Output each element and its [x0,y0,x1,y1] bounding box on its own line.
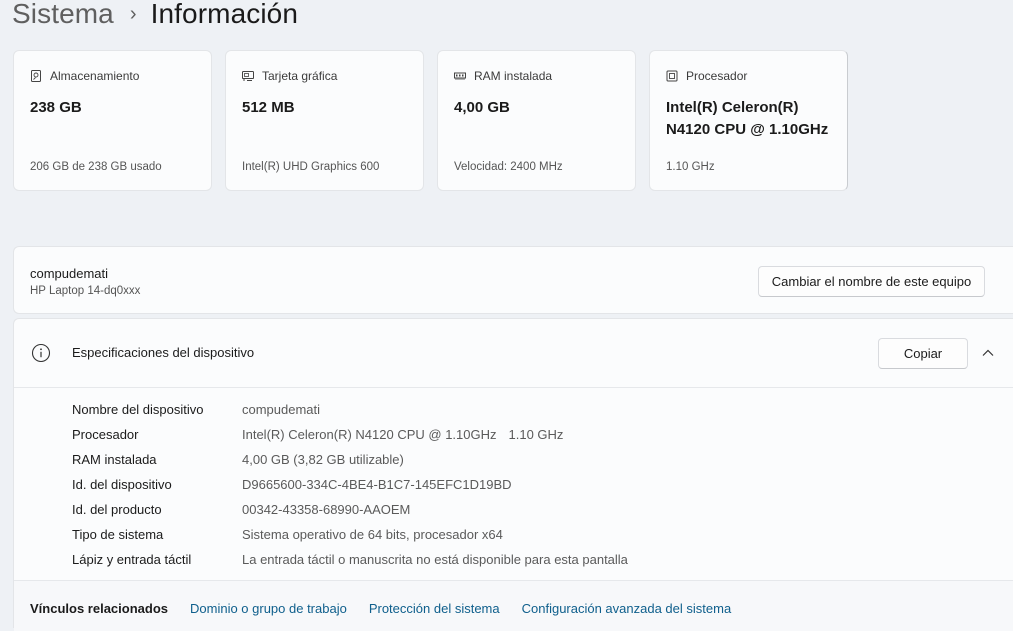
card-value: 512 MB [242,99,295,116]
spec-value: Intel(R) Celeron(R) N4120 CPU @ 1.10GHz 1… [242,427,563,442]
card-header: Almacenamiento [30,69,139,83]
spec-row-system-type: Tipo de sistema Sistema operativo de 64 … [72,522,628,547]
ram-icon [454,72,466,80]
ram-card: RAM instalada 4,00 GB Velocidad: 2400 MH… [437,50,636,191]
storage-card: Almacenamiento 238 GB 206 GB de 238 GB u… [13,50,212,191]
card-detail: Velocidad: 2400 MHz [454,161,563,173]
page-title: Información [150,0,299,29]
device-name-panel: compudemati HP Laptop 14-dq0xxx Cambiar … [13,246,1013,314]
graphics-card: Tarjeta gráfica 512 MB Intel(R) UHD Grap… [225,50,424,191]
breadcrumb-sistema-link[interactable]: Sistema [12,0,114,30]
link-domain-workgroup[interactable]: Dominio o grupo de trabajo [190,601,347,616]
processor-card: Procesador Intel(R) Celeron(R) N4120 CPU… [649,50,848,191]
spec-value-cpu: Intel(R) Celeron(R) N4120 CPU @ 1.10GHz [242,427,497,442]
specs-header[interactable]: Especificaciones del dispositivo Copiar [14,319,1013,388]
spec-label: Id. del dispositivo [72,477,172,492]
spec-value: 00342-43358-68990-AAOEM [242,502,411,517]
spec-row-processor: Procesador Intel(R) Celeron(R) N4120 CPU… [72,422,628,447]
card-value: 238 GB [30,99,82,116]
spec-value: D9665600-334C-4BE4-B1C7-145EFC1D19BD [242,477,512,492]
card-title: Procesador [686,69,748,83]
related-links-bar: Vínculos relacionados Dominio o grupo de… [14,580,1013,631]
spec-value: compudemati [242,402,321,417]
spec-label: Nombre del dispositivo [72,402,204,417]
card-title: Tarjeta gráfica [262,69,338,83]
card-detail: 1.10 GHz [666,161,715,173]
spec-value: 4,00 GB (3,82 GB utilizable) [242,452,404,467]
spec-row-pen-touch: Lápiz y entrada táctil La entrada táctil… [72,547,628,572]
related-links: Vínculos relacionados Dominio o grupo de… [30,601,753,616]
spec-value: Sistema operativo de 64 bits, procesador… [242,527,503,542]
card-value: 4,00 GB [454,99,510,116]
chevron-right-icon: › [129,3,137,25]
copy-button[interactable]: Copiar [878,338,968,369]
chevron-up-icon[interactable] [980,345,996,361]
specs-title: Especificaciones del dispositivo [72,345,255,360]
rename-pc-button[interactable]: Cambiar el nombre de este equipo [758,266,985,297]
link-advanced-system-settings[interactable]: Configuración avanzada del sistema [522,601,732,616]
spec-value-speed: 1.10 GHz [508,427,564,442]
spec-row-product-id: Id. del producto 00342-43358-68990-AAOEM [72,497,628,522]
card-value: Intel(R) Celeron(R) N4120 CPU @ 1.10GHz [666,99,829,138]
info-icon [31,343,51,363]
card-title: RAM instalada [474,69,553,83]
card-detail: 206 GB de 238 GB usado [30,161,162,173]
device-model: HP Laptop 14-dq0xxx [30,285,141,297]
spec-label: RAM instalada [72,452,157,467]
spec-value: La entrada táctil o manuscrita no está d… [242,552,628,567]
spec-row-ram: RAM instalada 4,00 GB (3,82 GB utilizabl… [72,447,628,472]
link-system-protection[interactable]: Protección del sistema [369,601,500,616]
card-title: Almacenamiento [50,69,140,83]
spec-label: Tipo de sistema [72,527,164,542]
card-detail: Intel(R) UHD Graphics 600 [242,161,380,173]
spec-label: Procesador [72,427,139,442]
spec-label: Id. del producto [72,502,162,517]
storage-icon [31,70,41,82]
spec-row-device-name: Nombre del dispositivo compudemati [72,397,628,422]
related-links-label: Vínculos relacionados [30,601,168,616]
spec-row-device-id: Id. del dispositivo D9665600-334C-4BE4-B… [72,472,628,497]
processor-icon [666,70,678,82]
card-header: Tarjeta gráfica [242,69,337,83]
spec-label: Lápiz y entrada táctil [72,552,192,567]
device-specifications-panel: Especificaciones del dispositivo Copiar … [13,318,1013,631]
spec-rows: Nombre del dispositivo compudemati Proce… [72,397,628,572]
summary-cards: Almacenamiento 238 GB 206 GB de 238 GB u… [13,50,848,191]
graphics-card-icon [242,71,254,81]
card-header: RAM instalada [454,69,552,83]
card-header: Procesador [666,69,747,83]
device-name: compudemati [30,266,109,281]
breadcrumb: Sistema › Información [12,0,298,34]
